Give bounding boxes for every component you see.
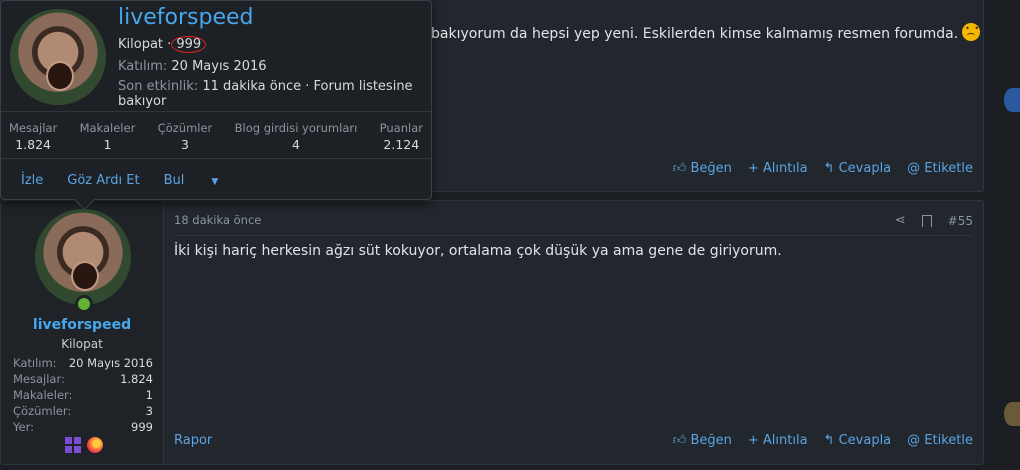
tooltip-stat-messages: Mesajlar 1.824	[9, 121, 58, 152]
post-meta: 18 dakika önce ⋖ #55	[174, 213, 973, 236]
device-icons	[65, 437, 103, 453]
user-stats: Katılım: 20 Mayıs 2016 Mesajlar: 1.824 Mak…	[13, 355, 153, 435]
tooltip-stat-points: Puanlar 2.124	[379, 121, 423, 152]
like-button[interactable]: 👍︎ Beğen	[673, 433, 732, 448]
avatar-mouth	[46, 61, 74, 91]
online-status-icon	[75, 295, 93, 313]
post-actions: 👍︎ Beğen + Alıntıla ↰ Cevapla @ Etiketle	[673, 433, 973, 448]
sidebar-avatar-thumb[interactable]	[1004, 88, 1020, 112]
firefox-icon	[87, 437, 103, 453]
tooltip-avatar[interactable]	[10, 9, 106, 105]
chevron-down-icon: ▼	[211, 176, 219, 187]
stat-joined: Katılım: 20 Mayıs 2016	[13, 356, 153, 370]
stat-location: Yer: 999	[13, 420, 153, 434]
location-value: 999	[171, 36, 207, 53]
avatar-mouth	[71, 261, 99, 291]
post-meta-tools: ⋖ #55	[895, 213, 973, 228]
sidebar-avatar-thumb[interactable]	[1004, 402, 1020, 426]
tooltip-stats: Mesajlar 1.824 Makaleler 1 Çözümler 3 Blog …	[1, 111, 431, 157]
tooltip-stat-blog-comments: Blog girdisi yorumları 4	[234, 121, 358, 152]
quote-button[interactable]: + Alıntıla	[748, 433, 808, 448]
sad-emoji-icon	[962, 23, 981, 41]
share-icon[interactable]: ⋖	[895, 213, 906, 228]
tooltip-actions: İzle Göz Ardı Et Bul ▼	[1, 158, 431, 201]
post-actions: 👍︎ Beğen + Alıntıla ↰ Cevapla @ Etiketle	[673, 161, 973, 176]
tooltip-username[interactable]: liveforspeed	[118, 5, 254, 30]
stat-solutions: Çözümler: 3	[13, 404, 153, 418]
tooltip-title-line: Kilopat · 999	[118, 36, 207, 53]
post-body: İki kişi hariç herkesin ağzı süt kokuyor…	[174, 243, 782, 259]
tooltip-stat-solutions: Çözümler 3	[157, 121, 213, 152]
post-55: liveforspeed Kilopat Katılım: 20 Mayıs 20…	[0, 200, 984, 465]
report-link[interactable]: Rapor	[174, 433, 212, 448]
member-tooltip: liveforspeed Kilopat · 999 Katılım: 20 Ma…	[0, 0, 432, 211]
post-time[interactable]: 18 dakika önce	[174, 213, 261, 227]
stat-messages: Mesajlar: 1.824	[13, 372, 153, 386]
tooltip-joined: Katılım: 20 Mayıs 2016	[118, 59, 267, 74]
reply-button[interactable]: ↰ Cevapla	[824, 161, 892, 176]
follow-button[interactable]: İzle	[21, 173, 43, 188]
user-title: Kilopat	[61, 337, 103, 351]
username-link[interactable]: liveforspeed	[1, 317, 163, 333]
tooltip-stat-articles: Makaleler 1	[79, 121, 136, 152]
windows-icon	[65, 437, 81, 453]
stat-articles: Makaleler: 1	[13, 388, 153, 402]
quote-button[interactable]: + Alıntıla	[748, 161, 808, 176]
tooltip-last-activity: Son etkinlik: 11 dakika önce · Forum lis…	[118, 79, 413, 109]
tag-button[interactable]: @ Etiketle	[907, 433, 973, 448]
ignore-button[interactable]: Göz Ardı Et	[67, 173, 139, 188]
avatar[interactable]	[35, 209, 131, 305]
tag-button[interactable]: @ Etiketle	[907, 161, 973, 176]
bookmark-icon[interactable]	[921, 214, 932, 227]
reply-button[interactable]: ↰ Cevapla	[824, 433, 892, 448]
like-button[interactable]: 👍︎ Beğen	[673, 161, 732, 176]
find-menu-button[interactable]: Bul ▼	[164, 173, 243, 188]
user-info-cell: liveforspeed Kilopat Katılım: 20 Mayıs 20…	[1, 201, 164, 464]
post-body: bakıyorum da hepsi yep yeni. Eskilerden …	[431, 23, 981, 42]
post-number[interactable]: #55	[948, 214, 973, 228]
